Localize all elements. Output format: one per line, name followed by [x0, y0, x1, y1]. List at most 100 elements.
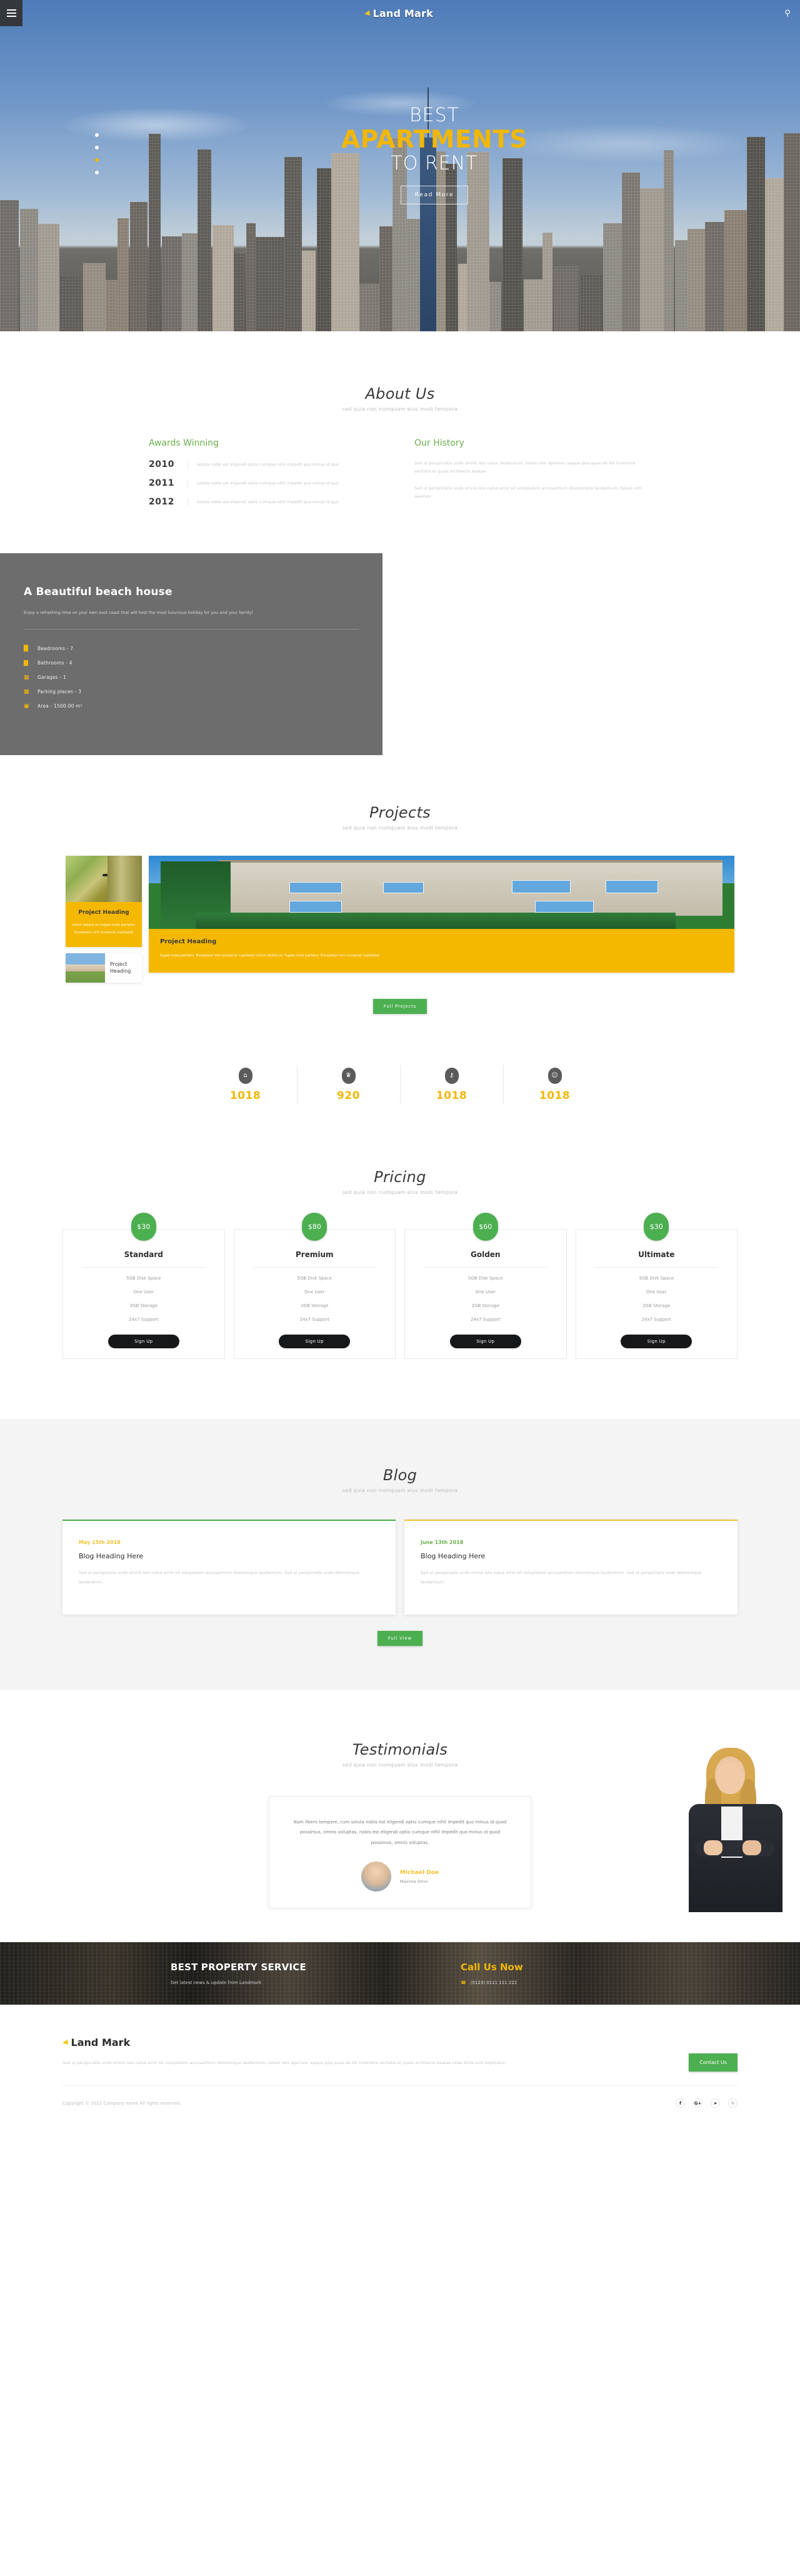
history-paragraph: Sed ut perspiciatis unde omnis iste natu… [414, 461, 636, 474]
google-plus-icon[interactable]: G+ [693, 2098, 702, 2108]
projects-left-column: Project Heading cillum dolore eu fugiat … [66, 855, 142, 983]
plan-name: Premium [295, 1250, 334, 1259]
skyline-building [688, 229, 705, 331]
plan-price: $30 [644, 1212, 669, 1241]
blog-post[interactable]: May 15th 2018 Blog Heading Here Sed ut p… [62, 1519, 396, 1615]
award-text: soluta nobis est eligendi optio cumque n… [188, 479, 386, 487]
plan-features: 5GB Disk Space One User 2GB Storage 24x7… [582, 1276, 731, 1322]
award-year: 2011 [149, 478, 174, 488]
skyline-building [83, 263, 106, 331]
feature-bathrooms: ▇ Bathrooms - 4 [24, 660, 359, 666]
pricing-plan-golden: $60 Golden 5GB Disk Space One User 2GB S… [404, 1212, 567, 1359]
sign-up-button[interactable]: Sign Up [108, 1334, 179, 1348]
plan-name: Standard [124, 1250, 163, 1259]
plan-name: Golden [471, 1250, 501, 1259]
stat-awards: ♛ 920 [297, 1061, 400, 1108]
award-text: soluta nobis est eligendi optio cumque n… [188, 460, 386, 468]
skyline-building [0, 200, 19, 331]
skyline-building [256, 237, 284, 331]
projects-section: Projects sed quia non numquam eius modi … [0, 755, 800, 1014]
plan-name: Ultimate [638, 1250, 675, 1259]
twitter-icon[interactable]: ➤ [711, 2098, 720, 2108]
project-text: fugiat nulla pariatur. Excepteur sint oc… [160, 953, 379, 958]
blog-excerpt: Sed ut perspiciatis unde omnis iste natu… [79, 1570, 359, 1585]
cta-right: Call Us Now ☎ (0123) 0111 111 222 [461, 1962, 629, 1985]
award-year: 2010 [149, 459, 174, 469]
pricing-plan-standard: $30 Standard 5GB Disk Space One User 2GB… [62, 1212, 225, 1359]
footer-about: ◂ Land Mark Sed ut perspiciatis unde omn… [61, 2035, 619, 2072]
testimonial-author-meta: Michael Doe Maxime Omni [400, 1870, 439, 1884]
plan-feature: 5GB Disk Space [297, 1275, 332, 1281]
skyline-building [554, 266, 579, 331]
about-subtitle: sed quia non numquam eius modi tempora [342, 406, 458, 412]
plan-features: 5GB Disk Space One User 2GB Storage 24x7… [411, 1276, 560, 1322]
plan-price: $30 [131, 1212, 156, 1241]
pricing-grid: $30 Standard 5GB Disk Space One User 2GB… [0, 1212, 800, 1359]
social-links: f G+ ➤ ☉ [676, 2098, 738, 2108]
stat-value: 1018 [539, 1089, 571, 1102]
projects-title: Projects [369, 803, 431, 821]
key-icon: ⚷ [444, 1067, 459, 1084]
project-heading: Project Heading [78, 909, 129, 916]
pricing-plan-premium: $80 Premium 5GB Disk Space One User 2GB … [233, 1212, 396, 1359]
blog-excerpt: Sed ut perspiciatis unde omnis iste natu… [421, 1570, 701, 1585]
footer-bottom: Copyright © 2021 Company name All rights… [0, 2086, 800, 2129]
sign-up-button[interactable]: Sign Up [279, 1334, 351, 1348]
pricing-title: Pricing [374, 1168, 426, 1186]
cta-banner: BEST PROPERTY SERVICE Get latest news & … [0, 1942, 800, 2005]
feature-bedrooms: █ Beadrooms - 7 [24, 646, 359, 652]
about-title: About Us [365, 385, 435, 403]
project-card-row[interactable]: Project Heading [66, 953, 142, 983]
project-card-large[interactable]: Project Heading fugiat nulla pariatur. E… [149, 855, 734, 973]
award-year: 2012 [149, 497, 174, 507]
stats-section: ⌂ 1018 ♛ 920 ⚷ 1018 ☺ 1018 [194, 1061, 606, 1108]
testimonial-author-block: Michael Doe Maxime Omni [291, 1862, 509, 1892]
brand-logo[interactable]: ◂ Land Mark [22, 6, 775, 19]
plan-feature: 2GB Storage [301, 1303, 329, 1308]
plan-feature: 2GB Storage [642, 1303, 671, 1308]
hero-section: ◂ Land Mark ⚲ BEST APARTMENTS TO RENT Re… [0, 0, 800, 331]
contact-us-button[interactable]: Contact Us [689, 2053, 738, 2072]
stat-value: 920 [337, 1089, 360, 1102]
pricing-plan-ultimate: $30 Ultimate 5GB Disk Space One User 2GB… [575, 1212, 738, 1359]
phone-icon: ☎ [461, 1980, 466, 1986]
skyline-building [130, 202, 148, 331]
full-view-button[interactable]: Full View [377, 1630, 422, 1646]
footer-description: Sed ut perspiciatis unde omnis iste natu… [62, 2060, 506, 2066]
paper-plane-icon: ◂ [61, 2035, 69, 2049]
skyline-building [705, 222, 724, 331]
sign-up-button[interactable]: Sign Up [449, 1334, 521, 1348]
project-thumbnail [66, 953, 105, 983]
plan-feature: 5GB Disk Space [468, 1275, 503, 1281]
phone-row[interactable]: ☎ (0123) 0111 111 222 [461, 1980, 629, 1985]
project-card-large-body: Project Heading fugiat nulla pariatur. E… [149, 928, 734, 973]
divider [252, 1266, 376, 1268]
skyline-building [580, 274, 602, 331]
full-projects-button[interactable]: Full Projects [372, 998, 428, 1014]
project-card-small[interactable]: Project Heading cillum dolore eu fugiat … [66, 855, 142, 947]
skyline-building [458, 264, 467, 331]
garage-icon: ▦ [24, 674, 29, 681]
facebook-icon[interactable]: f [676, 2098, 685, 2108]
beach-house-lead: Enjoy a refreshing time on your own east… [24, 610, 254, 615]
sign-up-button[interactable]: Sign Up [621, 1334, 692, 1348]
projects-subtitle: sed quia non numquam eius modi tempora [342, 824, 458, 831]
search-icon[interactable]: ⚲ [775, 9, 800, 18]
stat-value: 1018 [436, 1089, 468, 1102]
award-item: 2012 soluta nobis est eligendi optio cum… [149, 497, 386, 507]
pricing-subtitle: sed quia non numquam eius modi tempora [342, 1189, 458, 1195]
cta-content: BEST PROPERTY SERVICE Get latest news & … [0, 1942, 800, 2005]
dribbble-icon[interactable]: ☉ [728, 2098, 738, 2108]
hero-read-more-button[interactable]: Read More [400, 185, 469, 204]
plan-feature: 5GB Disk Space [126, 1275, 161, 1281]
top-navbar: ◂ Land Mark ⚲ [0, 0, 800, 26]
blog-post[interactable]: June 13th 2018 Blog Heading Here Sed ut … [404, 1519, 738, 1615]
menu-icon[interactable] [0, 0, 22, 26]
award-item: 2011 soluta nobis est eligendi optio cum… [149, 478, 386, 488]
divider [82, 1266, 206, 1268]
plan-feature: 24x7 Support [129, 1316, 159, 1322]
footer-logo[interactable]: ◂ Land Mark [61, 2035, 575, 2049]
pricing-header: Pricing sed quia non numquam eius modi t… [0, 1168, 800, 1195]
plan-feature: One User [304, 1289, 325, 1295]
about-section: About Us sed quia non numquam eius modi … [0, 331, 800, 516]
